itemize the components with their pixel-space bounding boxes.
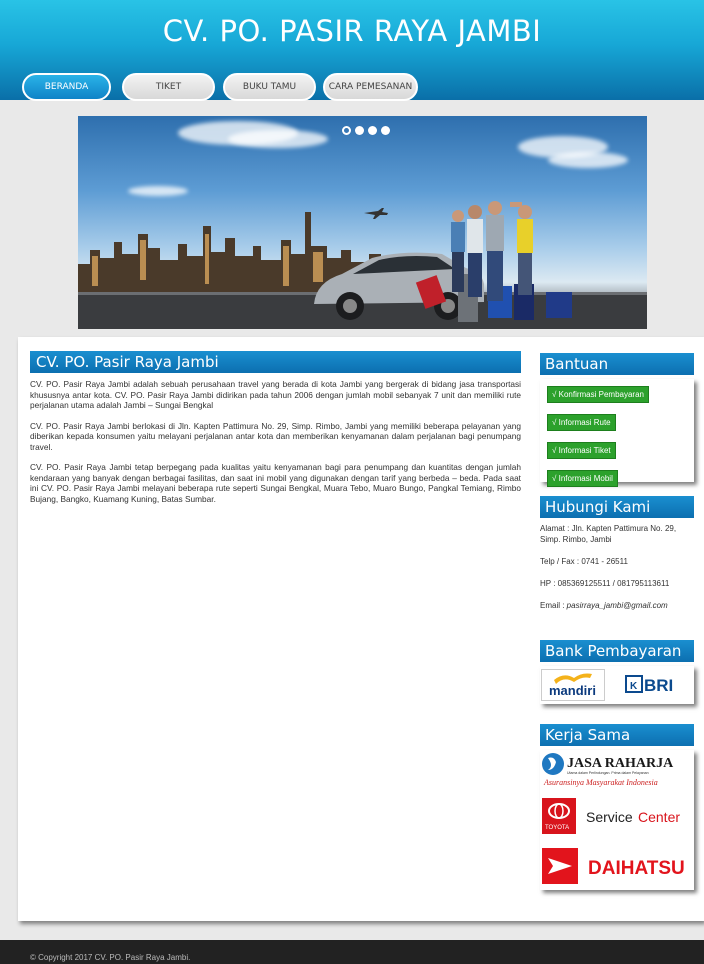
nav-cara-pemesanan[interactable]: CARA PEMESANAN bbox=[323, 73, 418, 101]
svg-text:Center: Center bbox=[638, 809, 680, 825]
contact-phone: Telp / Fax : 0741 - 26511 bbox=[540, 557, 628, 566]
svg-text:BRI: BRI bbox=[644, 676, 673, 695]
contact-address: Alamat : Jln. Kapten Pattimura No. 29, S… bbox=[540, 524, 677, 544]
contact-hp: HP : 085369125511 / 081795113611 bbox=[540, 579, 670, 588]
help-informasi-tiket[interactable]: √ Informasi Tiket bbox=[547, 442, 616, 459]
help-konfirmasi-pembayaran[interactable]: √ Konfirmasi Pembayaran bbox=[547, 386, 649, 403]
bantuan-section: Bantuan √ Konfirmasi Pembayaran √ Inform… bbox=[540, 353, 694, 487]
main-heading: CV. PO. Pasir Raya Jambi bbox=[30, 351, 521, 373]
svg-text:Asuransinya Masyarakat Indones: Asuransinya Masyarakat Indonesia bbox=[543, 778, 658, 787]
nav-buku-tamu[interactable]: BUKU TAMU bbox=[223, 73, 316, 101]
bank-panel: mandiri K BRI bbox=[540, 666, 694, 704]
article-paragraph: CV. PO. Pasir Raya Jambi adalah sebuah p… bbox=[30, 379, 521, 410]
help-informasi-mobil[interactable]: √ Informasi Mobil bbox=[547, 470, 618, 487]
daihatsu-logo: DAIHATSU bbox=[540, 846, 692, 886]
contact-info: Alamat : Jln. Kapten Pattimura No. 29, S… bbox=[540, 518, 694, 611]
bantuan-panel: √ Konfirmasi Pembayaran √ Informasi Rute… bbox=[540, 379, 694, 487]
contact-section: Hubungi Kami Alamat : Jln. Kapten Pattim… bbox=[540, 496, 694, 622]
site-title: CV. PO. PASIR RAYA JAMBI bbox=[162, 14, 542, 48]
svg-text:TOYOTA: TOYOTA bbox=[545, 825, 569, 831]
bantuan-heading: Bantuan bbox=[540, 353, 694, 375]
svg-text:mandiri: mandiri bbox=[549, 683, 596, 698]
main-article: CV. PO. Pasir Raya Jambi adalah sebuah p… bbox=[30, 379, 521, 514]
nav-tiket[interactable]: TIKET bbox=[122, 73, 215, 101]
jasa-raharja-logo: JASA RAHARJA Utama dalam Perlindungan. P… bbox=[540, 750, 692, 790]
banner-scene-illustration bbox=[78, 201, 647, 329]
kerjasama-section: Kerja Sama JASA RAHARJA Utama dalam Perl… bbox=[540, 724, 694, 890]
email-link[interactable]: pasirraya_jambi@gmail.com bbox=[567, 601, 668, 610]
toyota-service-center-logo: TOYOTA Service Center bbox=[540, 796, 692, 836]
hero-banner bbox=[78, 116, 647, 329]
article-paragraph: CV. PO. Pasir Raya Jambi tetap berpegang… bbox=[30, 462, 521, 504]
svg-text:Service: Service bbox=[586, 809, 633, 825]
svg-text:Utama dalam Perlindungan. Prim: Utama dalam Perlindungan. Prima dalam Pe… bbox=[567, 771, 649, 775]
contact-heading: Hubungi Kami bbox=[540, 496, 694, 518]
contact-email: Email : pasirraya_jambi@gmail.com bbox=[540, 601, 668, 610]
svg-text:K: K bbox=[630, 681, 638, 692]
kerjasama-heading: Kerja Sama bbox=[540, 724, 694, 746]
nav-beranda[interactable]: BERANDA bbox=[22, 73, 111, 101]
content-panel: CV. PO. Pasir Raya Jambi CV. PO. Pasir R… bbox=[18, 337, 704, 921]
footer: © Copyright 2017 CV. PO. Pasir Raya Jamb… bbox=[0, 940, 704, 964]
bri-logo: K BRI bbox=[620, 669, 690, 701]
svg-text:DAIHATSU: DAIHATSU bbox=[588, 858, 685, 879]
help-informasi-rute[interactable]: √ Informasi Rute bbox=[547, 414, 616, 431]
mandiri-logo: mandiri bbox=[541, 669, 605, 701]
svg-text:JASA RAHARJA: JASA RAHARJA bbox=[567, 756, 674, 771]
bank-section: Bank Pembayaran mandiri K BRI bbox=[540, 640, 694, 704]
article-paragraph: CV. PO. Pasir Raya Jambi berlokasi di Jl… bbox=[30, 420, 521, 452]
kerjasama-panel: JASA RAHARJA Utama dalam Perlindungan. P… bbox=[540, 750, 694, 890]
bank-heading: Bank Pembayaran bbox=[540, 640, 694, 662]
